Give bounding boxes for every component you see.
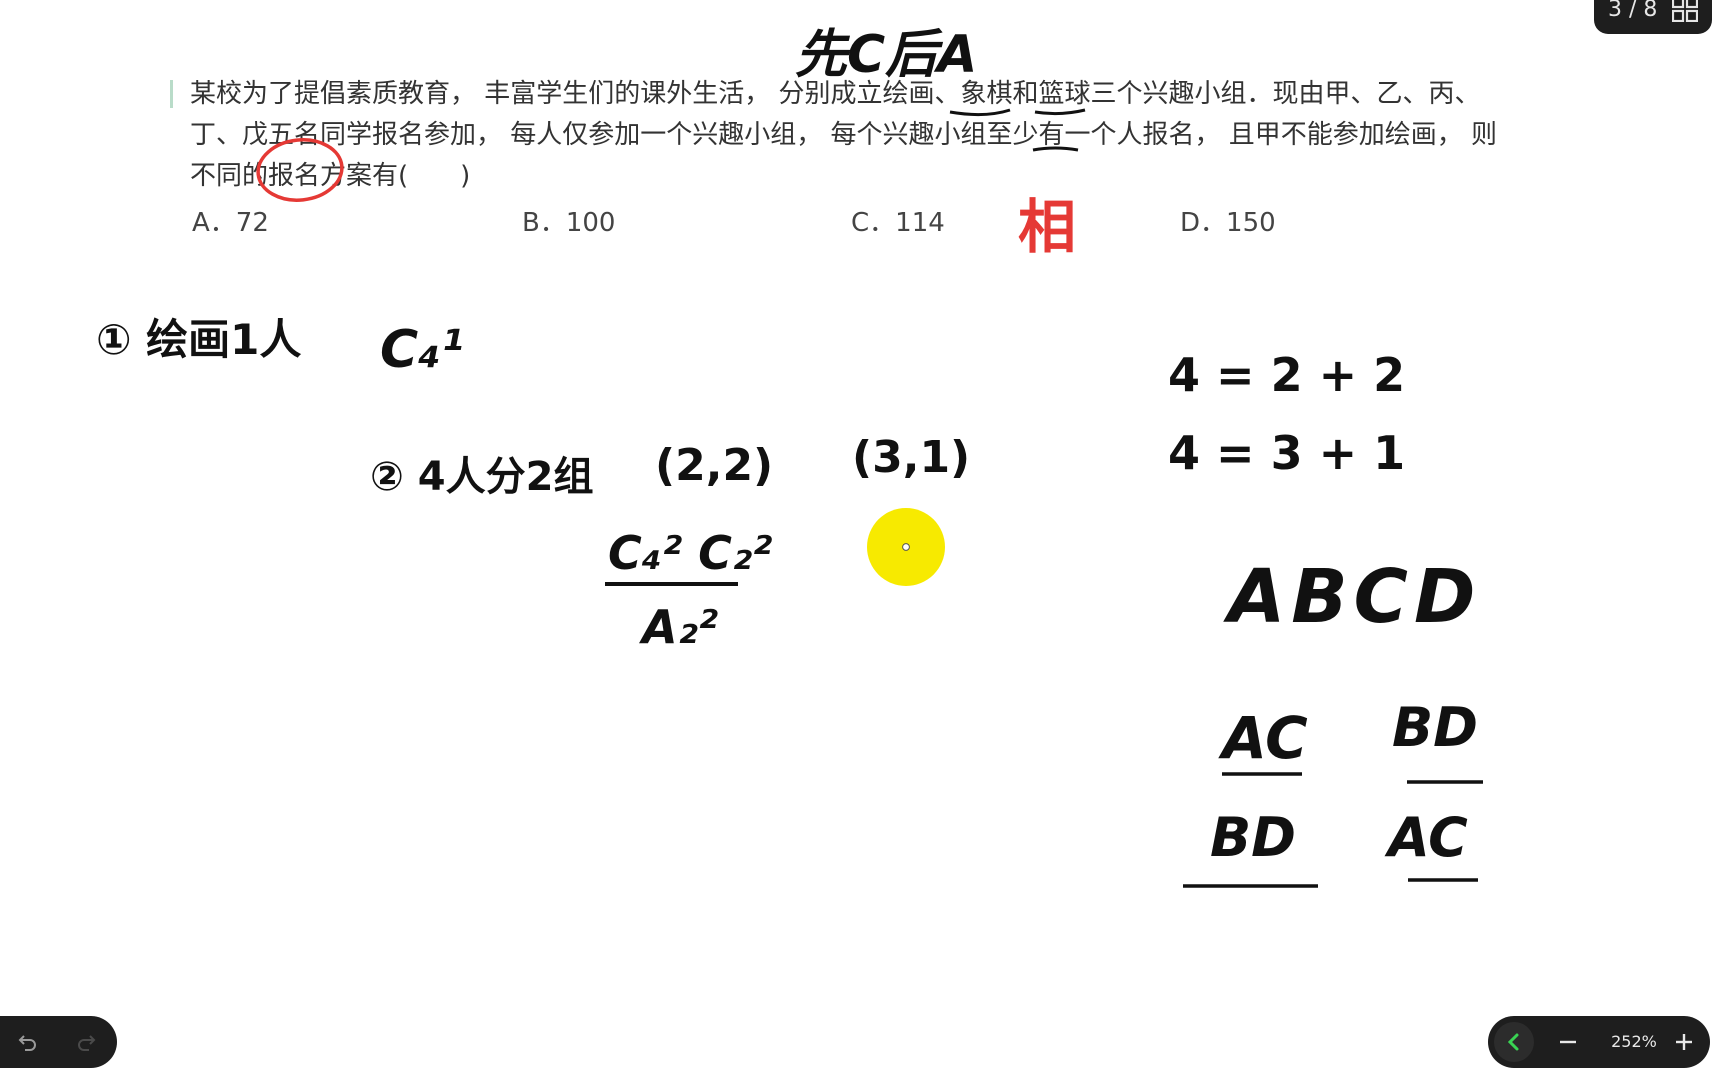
pair-ac-bottom: AC xyxy=(1388,806,1468,869)
case-2-2: (2,2) xyxy=(655,440,774,491)
case-3-1: (3,1) xyxy=(852,432,971,483)
pair-ac-top: AC xyxy=(1222,704,1308,772)
zoom-level: 252% xyxy=(1611,1032,1657,1051)
letters-abcd: ABCD xyxy=(1228,554,1482,640)
history-toolbar xyxy=(0,1016,117,1068)
zoom-toolbar: 252% xyxy=(1488,1016,1710,1068)
step-2: ② 4人分2组 xyxy=(370,454,594,500)
fraction-denominator: A₂² xyxy=(642,600,718,654)
collapse-button[interactable] xyxy=(1494,1022,1534,1062)
plus-icon xyxy=(1676,1034,1692,1050)
equation-1: 4 = 2 + 2 xyxy=(1168,348,1406,402)
undo-icon xyxy=(18,1035,36,1051)
fraction-numerator: C₄² C₂² xyxy=(608,526,773,580)
chevron-left-icon xyxy=(1507,1033,1519,1051)
laser-pointer[interactable] xyxy=(867,508,945,586)
ink-marks xyxy=(256,108,1483,888)
zoom-in-button[interactable] xyxy=(1664,1022,1704,1062)
step-1: ① 绘画1人 xyxy=(96,315,302,364)
minus-icon xyxy=(1560,1040,1576,1044)
undo-button[interactable] xyxy=(8,1022,48,1062)
pair-bd-bottom: BD xyxy=(1210,806,1296,869)
zoom-out-button[interactable] xyxy=(1548,1022,1588,1062)
step-1-result: C₄¹ xyxy=(380,320,464,380)
equation-2: 4 = 3 + 1 xyxy=(1168,426,1406,480)
crosshair-icon xyxy=(902,543,910,551)
whiteboard-canvas[interactable]: 3 / 8 先C后A 某校为了提倡素质教育， 丰富学生们的课外生活， 分别成立绘… xyxy=(0,0,1712,1080)
redo-button[interactable] xyxy=(66,1022,106,1062)
redo-icon xyxy=(78,1035,96,1051)
pair-bd-top: BD xyxy=(1392,696,1478,759)
